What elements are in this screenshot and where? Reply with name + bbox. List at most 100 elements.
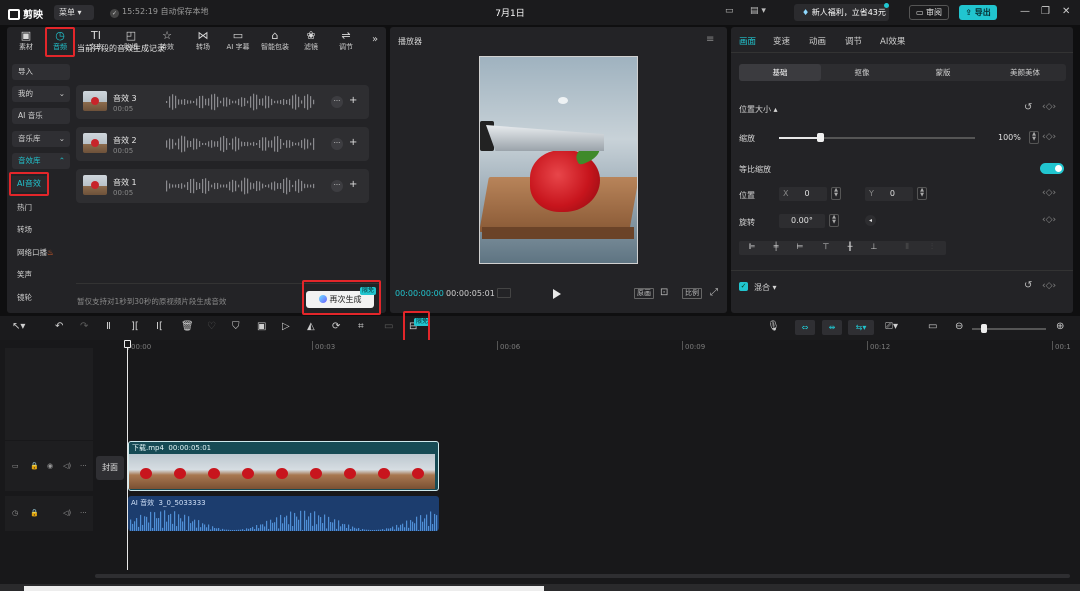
tab-adjust[interactable]: ⇌ 调节 [329, 29, 363, 55]
more-icon[interactable]: ··· [331, 96, 343, 108]
microphone-icon[interactable]: 🎙 [767, 321, 780, 332]
tab-subtitle[interactable]: ▭ AI 字幕 [221, 29, 255, 55]
timeline-toggle-icon[interactable] [497, 288, 511, 298]
position-x-stepper[interactable]: ▲ ▼ [831, 187, 841, 200]
add-icon[interactable]: + [349, 179, 357, 190]
blend-heading[interactable]: 混合 ▾ [754, 282, 777, 293]
review-button[interactable]: ▭ 审阅 [909, 5, 949, 20]
eye-icon[interactable]: ◉ [47, 462, 53, 470]
sfx-record[interactable]: 音效 1 00:05 ··· + [76, 169, 369, 203]
reset-icon[interactable]: ↺ [1024, 280, 1032, 291]
split-right-icon[interactable]: Ⅰ[ [156, 321, 163, 332]
video-preview[interactable] [479, 56, 638, 264]
mark-icon[interactable]: ⛉ [232, 321, 240, 332]
rotate-field[interactable]: 0.00° [779, 214, 825, 228]
rotate-dial-icon[interactable]: ◂ [865, 215, 876, 226]
tab-transition[interactable]: ⋈ 转场 [186, 29, 220, 55]
keyframe-icon[interactable]: ‹◇› [1042, 188, 1056, 198]
minimize-icon[interactable]: — [1020, 6, 1030, 17]
mute-icon[interactable]: ◁) [63, 509, 71, 517]
lock-icon[interactable]: 🔒 [30, 462, 39, 470]
select-tool-icon[interactable]: ↖▾ [12, 321, 25, 332]
more-icon[interactable]: ··· [80, 462, 87, 470]
layout-icon[interactable]: ▭ [725, 6, 734, 16]
sidebar-import[interactable]: 导入 [12, 64, 70, 80]
tab-animation[interactable]: 动画 [809, 35, 826, 47]
keyframe-icon[interactable]: ‹◇› [1042, 132, 1056, 142]
maximize-icon[interactable]: ❐ [1041, 6, 1050, 17]
position-y-stepper[interactable]: ▲ ▼ [917, 187, 927, 200]
close-icon[interactable]: ✕ [1062, 6, 1070, 17]
more-icon[interactable]: ··· [331, 138, 343, 150]
zoom-in-icon[interactable]: ⊕ [1056, 321, 1064, 332]
zoom-slider-knob[interactable] [981, 324, 987, 333]
timeline-scrollbar[interactable] [95, 574, 1070, 578]
sfx-record[interactable]: 音效 2 00:05 ··· + [76, 127, 369, 161]
tab-picture[interactable]: 画面 [739, 35, 756, 47]
scale-stepper[interactable]: ▲ ▼ [1029, 131, 1039, 144]
linkage-icon[interactable]: ⇆▾ [848, 320, 874, 335]
scale-slider-knob[interactable] [817, 133, 825, 142]
zoom-out-icon[interactable]: ⊖ [955, 321, 963, 332]
align-right-icon[interactable]: ⊨ [789, 242, 811, 251]
align-left-icon[interactable]: ⊫ [741, 242, 763, 251]
menu-icon[interactable]: ≡ [706, 34, 714, 45]
sidebar-hot[interactable]: 热门 [17, 202, 32, 213]
sfx-record[interactable]: 音效 3 00:05 ··· + [76, 85, 369, 119]
play-icon[interactable] [553, 289, 561, 299]
align-bottom-icon[interactable]: ⊥ [863, 242, 885, 251]
segment-basic[interactable]: 基础 [739, 64, 821, 81]
quality-button[interactable]: 原画 [634, 288, 654, 299]
tab-media[interactable]: ▣ 素材 [9, 29, 43, 55]
align-top-icon[interactable]: ⊤ [815, 242, 837, 251]
uniform-scale-toggle[interactable] [1040, 163, 1064, 174]
add-icon[interactable]: + [349, 95, 357, 106]
add-icon[interactable]: + [349, 137, 357, 148]
sidebar-lens[interactable]: 镜轮 [17, 292, 32, 303]
tab-package[interactable]: ⌂ 智能包装 [258, 29, 292, 55]
video-clip[interactable]: 下载.mp4 00:00:05:01 [128, 441, 439, 491]
mirror-icon[interactable]: ◭ [307, 321, 315, 332]
undo-icon[interactable]: ↶ [55, 321, 63, 332]
sidebar-catchphrase[interactable]: 网络口播♨ [17, 247, 54, 258]
segment-cutout[interactable]: 抠像 [821, 64, 903, 81]
playhead-handle[interactable] [124, 340, 131, 348]
promo-button[interactable]: ♦ 新人福利，立省43元 [794, 4, 889, 21]
rotate-stepper[interactable]: ▲ ▼ [829, 214, 839, 227]
audio-clip[interactable]: AI 音效 3_0_5033333 [128, 496, 439, 531]
align-center-h-icon[interactable]: ╪ [765, 242, 787, 251]
sidebar-sfx-library[interactable]: 音效库 ⌃ [12, 153, 70, 169]
fullscreen-icon[interactable]: ⤢ [710, 287, 718, 298]
more-icon[interactable]: ··· [331, 180, 343, 192]
keyframe-icon[interactable]: ‹◇› [1042, 281, 1056, 291]
preview-axis-icon[interactable]: ⎚▾ [885, 321, 898, 332]
captions-track-icon[interactable]: ▭ [928, 321, 937, 332]
tab-filter[interactable]: ❀ 滤镜 [294, 29, 328, 55]
screenshot-icon[interactable]: ⊡ [660, 287, 668, 298]
position-x-field[interactable]: X0 [779, 187, 827, 201]
mute-icon[interactable]: ◁) [63, 462, 71, 470]
split-left-icon[interactable]: ][ [131, 321, 139, 332]
segment-beauty[interactable]: 美颜美体 [984, 64, 1066, 81]
main-track-magnet-icon[interactable]: ⇔ [795, 320, 815, 335]
tab-adjust[interactable]: 调节 [845, 35, 862, 47]
position-size-heading[interactable]: 位置大小 ▴ [739, 104, 778, 115]
blend-checkbox[interactable]: ✓ [739, 282, 748, 291]
delete-icon[interactable]: 🗑 [181, 321, 194, 332]
crop-icon[interactable]: ⌗ [358, 321, 364, 332]
reset-icon[interactable]: ↺ [1024, 102, 1032, 113]
rotate-icon[interactable]: ⟳ [332, 321, 340, 332]
align-center-v-icon[interactable]: ╫ [839, 242, 861, 251]
sidebar-laugh[interactable]: 笑声 [17, 269, 32, 280]
auto-snap-icon[interactable]: ⇹ [822, 320, 842, 335]
export-button[interactable]: ⇪ 导出 [959, 5, 997, 20]
tab-ai-effects[interactable]: AI效果 [880, 35, 905, 47]
sidebar-ai-music[interactable]: AI 音乐 [12, 108, 70, 124]
play-speed-icon[interactable]: ▷ [282, 321, 290, 332]
tab-speed[interactable]: 变速 [773, 35, 790, 47]
sidebar-mine[interactable]: 我的 ⌄ [12, 86, 70, 102]
aspect-ratio-button[interactable]: 比例 [682, 288, 702, 299]
group-icon[interactable]: ▣ [257, 321, 266, 332]
scale-value[interactable]: 100% [998, 133, 1021, 142]
menu-button[interactable]: 菜单 ▾ [54, 5, 94, 20]
